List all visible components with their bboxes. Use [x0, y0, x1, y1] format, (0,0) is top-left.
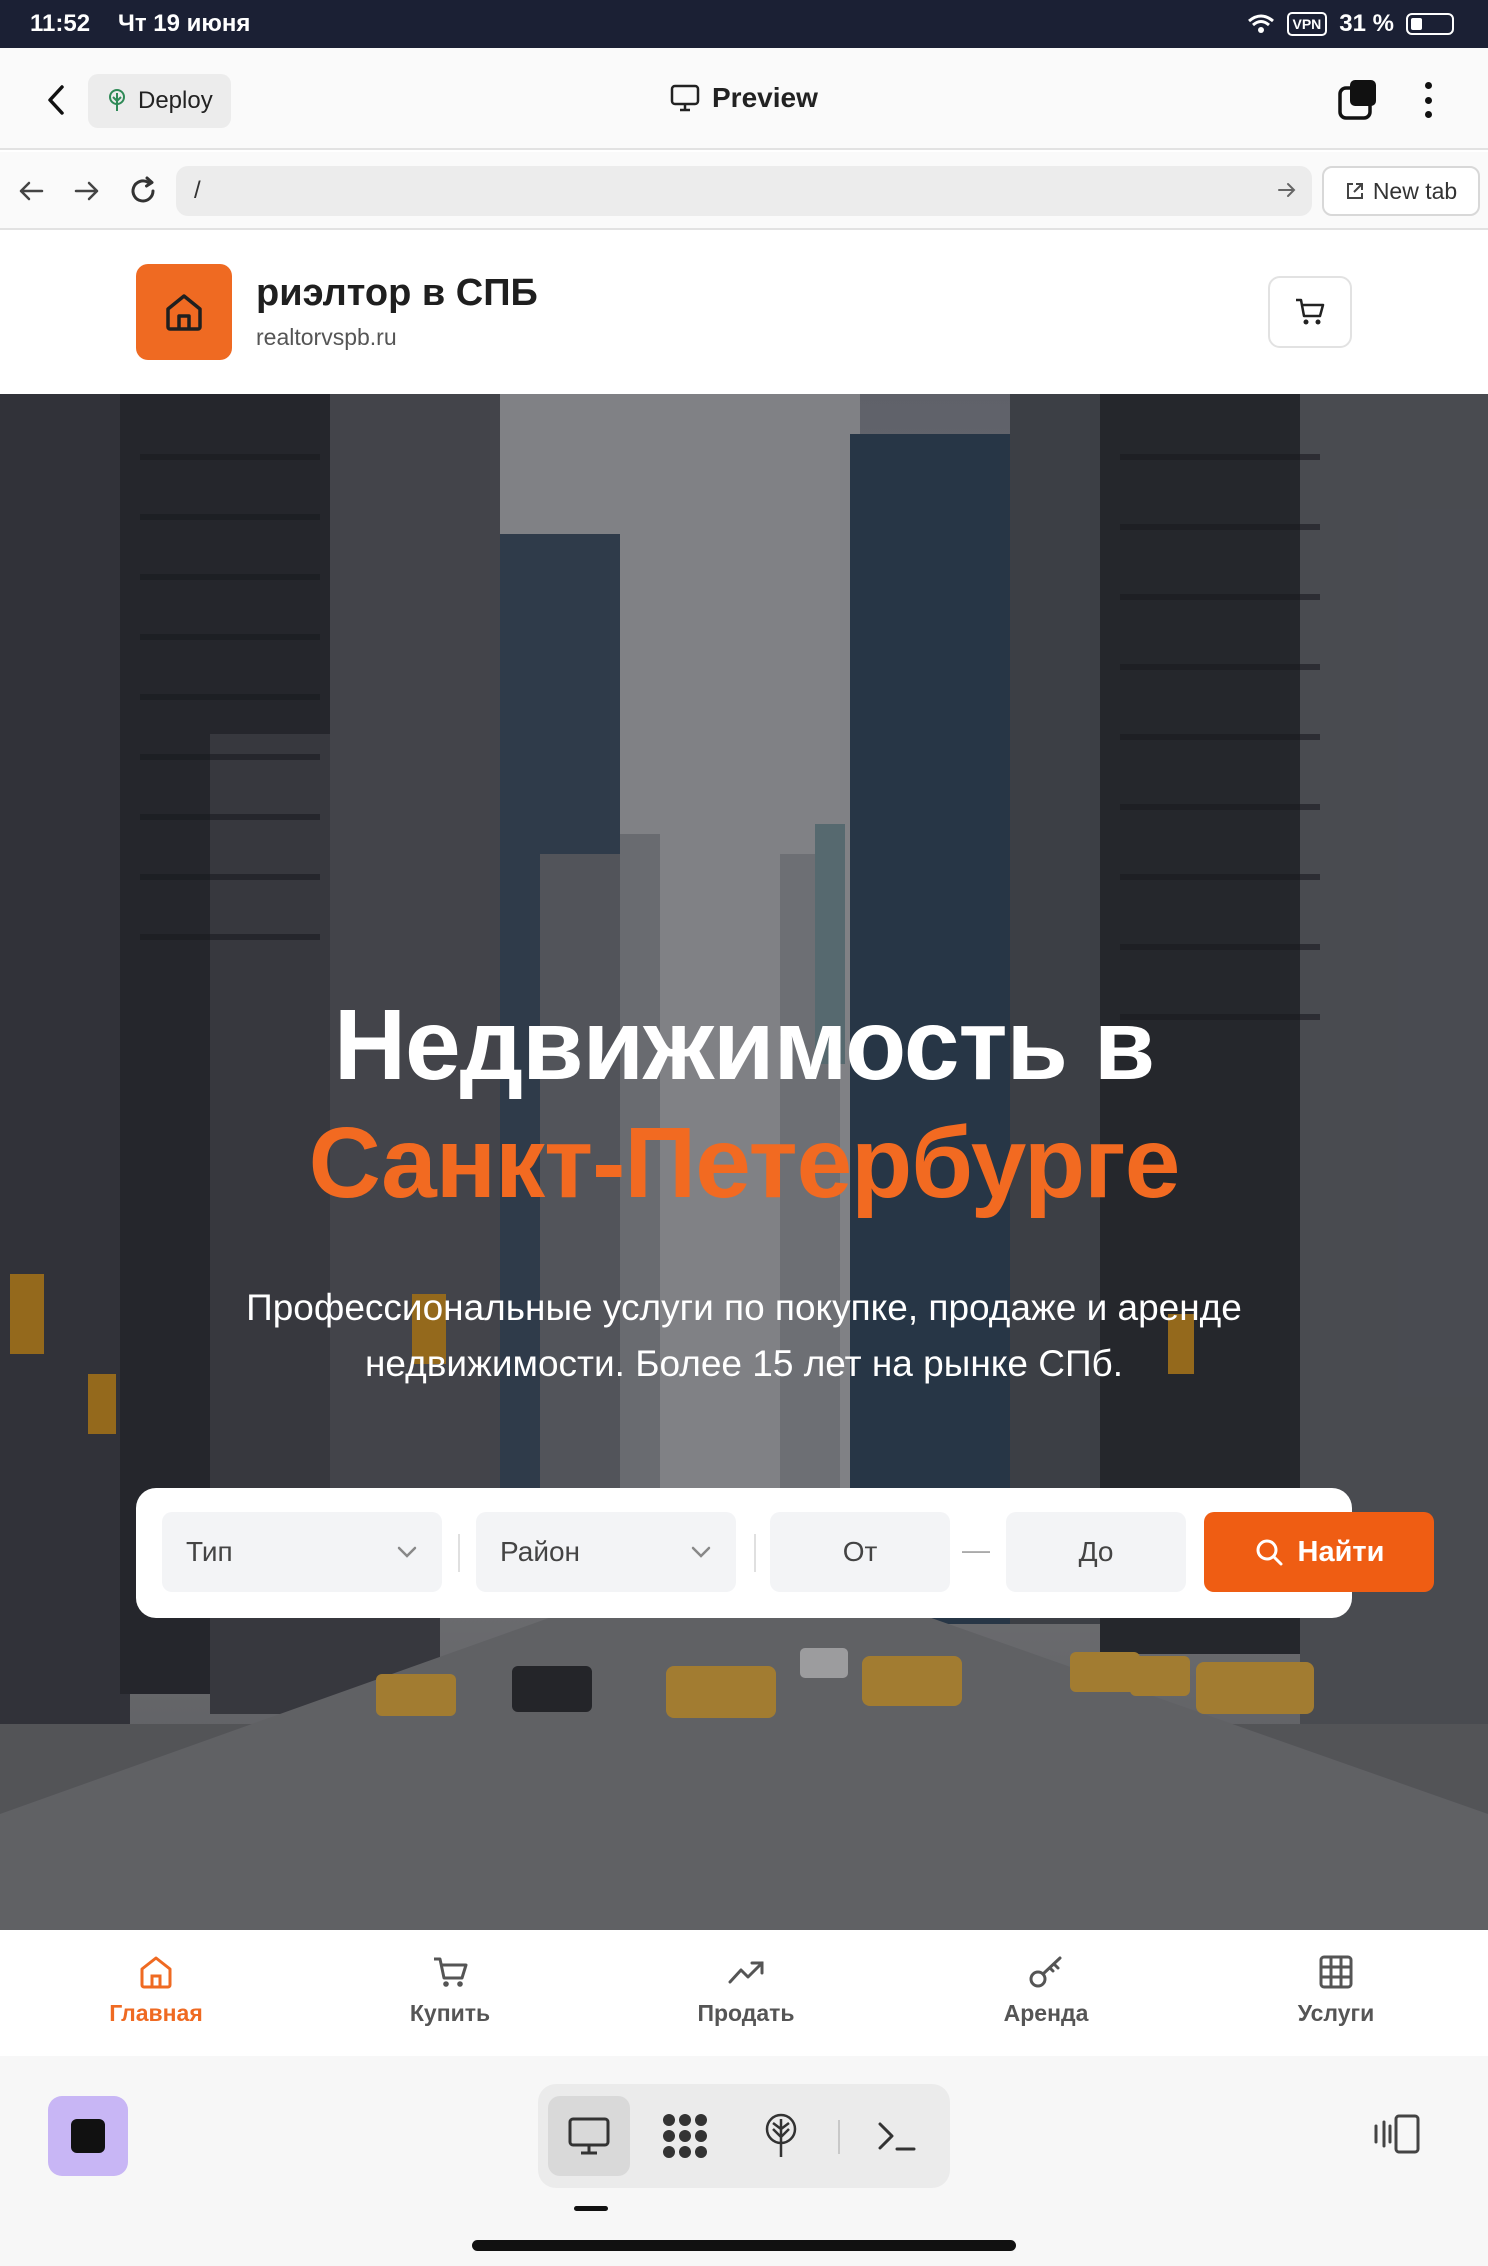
- external-link-icon: [1346, 183, 1363, 199]
- type-select-label: Тип: [186, 1536, 233, 1567]
- district-select-label: Район: [500, 1536, 580, 1567]
- district-select[interactable]: Район: [476, 1512, 736, 1592]
- dev-dock: [0, 2056, 1488, 2266]
- home-indicator[interactable]: [472, 2240, 1016, 2251]
- reload-icon: [131, 176, 155, 203]
- key-icon: [1029, 1956, 1062, 1988]
- battery-icon: [1406, 13, 1454, 35]
- url-input[interactable]: /: [176, 166, 1312, 216]
- search-panel: Тип Район От — До Найти: [136, 1488, 1434, 1618]
- view-terminal-button[interactable]: [856, 2096, 938, 2176]
- segment-separator: [838, 2120, 840, 2154]
- status-time: 11:52: [30, 10, 91, 37]
- url-text: /: [194, 177, 201, 204]
- browser-forward-button[interactable]: [68, 172, 106, 210]
- price-to-input[interactable]: До: [1006, 1512, 1186, 1592]
- cart-button[interactable]: [1268, 276, 1352, 348]
- new-tab-button[interactable]: New tab: [1322, 166, 1480, 216]
- hero-section: Недвижимость в Санкт-Петербурге Професси…: [0, 394, 1488, 1930]
- terminal-icon: [878, 2122, 916, 2151]
- active-view-indicator: [574, 2206, 608, 2211]
- dot: [1424, 82, 1432, 89]
- field-divider: [458, 1534, 460, 1572]
- home-icon: [140, 1956, 172, 1989]
- nav-item-label: Главная: [109, 2000, 203, 2026]
- deploy-tree-icon: [109, 89, 125, 111]
- nav-item-label: Услуги: [1297, 2000, 1375, 2026]
- more-options-button[interactable]: [1410, 78, 1446, 122]
- price-from-input[interactable]: От: [770, 1512, 950, 1592]
- deploy-button[interactable]: Deploy: [88, 74, 231, 128]
- app-toolbar: Deploy Preview: [0, 48, 1488, 150]
- monitor-icon: [670, 84, 700, 112]
- battery-percent: 31 %: [1339, 10, 1394, 37]
- chevron-left-icon: [48, 85, 64, 115]
- hero-title: Недвижимость в Санкт-Петербурге: [0, 986, 1488, 1222]
- monitor-icon: [568, 2117, 610, 2155]
- apps-icon: [663, 2114, 707, 2158]
- field-divider: [754, 1534, 756, 1572]
- view-switcher: [538, 2084, 950, 2188]
- cart-icon: [1296, 298, 1325, 325]
- logo[interactable]: [136, 264, 232, 360]
- address-bar: / New tab: [0, 152, 1488, 230]
- arrow-right-icon: [74, 181, 99, 201]
- nav-item-home[interactable]: Главная: [56, 1952, 256, 2027]
- wifi-icon: [1247, 14, 1274, 33]
- view-apps-button[interactable]: [644, 2096, 726, 2176]
- price-separator: —: [962, 1534, 990, 1565]
- vpn-badge: VPN: [1286, 12, 1328, 36]
- nav-item-sell[interactable]: Продать: [646, 1952, 846, 2027]
- hero-subtitle: Профессиональные услуги по покупке, прод…: [246, 1287, 1242, 1384]
- status-date: Чт 19 июня: [118, 10, 251, 37]
- home-icon: [166, 294, 202, 331]
- view-deploy-button[interactable]: [740, 2096, 822, 2176]
- nav-item-label: Аренда: [1003, 2000, 1089, 2026]
- status-indicators: VPN 31 %: [1247, 10, 1454, 38]
- hero-title-line1: Недвижимость в: [333, 989, 1155, 1101]
- cart-icon: [434, 1957, 468, 1987]
- nav-item-label: Купить: [409, 2000, 491, 2026]
- browser-back-button[interactable]: [12, 172, 50, 210]
- type-select[interactable]: Тип: [162, 1512, 442, 1592]
- nav-item-rent[interactable]: Аренда: [946, 1952, 1146, 2027]
- site-bottom-nav: Главная Купить Продать Аренда Услуги: [0, 1930, 1488, 2056]
- tabs-button[interactable]: [1336, 78, 1380, 122]
- find-button[interactable]: Найти: [1204, 1512, 1434, 1592]
- panel-toggle-button[interactable]: [1372, 2112, 1424, 2156]
- back-button[interactable]: [34, 78, 78, 122]
- hero-title-line2: Санкт-Петербурге: [308, 1107, 1181, 1219]
- nav-item-buy[interactable]: Купить: [350, 1952, 550, 2027]
- status-bar: 11:52 Чт 19 июня VPN 31 %: [0, 0, 1488, 48]
- find-button-label: Найти: [1297, 1535, 1385, 1568]
- trend-up-icon: [728, 1961, 764, 1984]
- grid-icon: [1319, 1955, 1353, 1989]
- chevron-down-icon: [397, 1546, 417, 1558]
- arrow-left-icon: [19, 181, 44, 201]
- dot: [1424, 96, 1432, 104]
- site-header: риэлтор в СПБ realtorvspb.ru: [0, 232, 1488, 394]
- brand-name: риэлтор в СПБ: [256, 272, 538, 314]
- preview-title: Preview: [670, 82, 818, 114]
- stop-icon: [71, 2119, 105, 2153]
- view-preview-button[interactable]: [548, 2096, 630, 2176]
- new-tab-label: New tab: [1372, 177, 1458, 204]
- search-icon: [1256, 1539, 1283, 1566]
- nav-item-services[interactable]: Услуги: [1236, 1952, 1436, 2027]
- reload-button[interactable]: [124, 172, 162, 210]
- tabs-icon: [1338, 80, 1376, 120]
- deploy-label: Deploy: [138, 87, 213, 114]
- go-arrow-icon[interactable]: [1276, 179, 1298, 201]
- stop-button[interactable]: [48, 2096, 128, 2176]
- preview-label: Preview: [712, 82, 818, 113]
- nav-item-label: Продать: [697, 2000, 795, 2026]
- split-panel-icon: [1374, 2114, 1420, 2154]
- deploy-tree-icon: [765, 2113, 797, 2157]
- brand-domain: realtorvspb.ru: [256, 324, 397, 350]
- chevron-down-icon: [691, 1546, 711, 1558]
- dot: [1424, 111, 1432, 118]
